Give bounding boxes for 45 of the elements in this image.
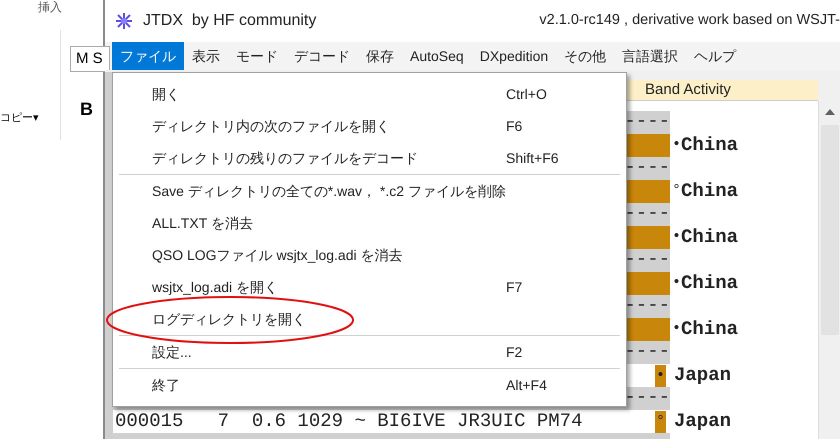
shortcut-text: Ctrl+O xyxy=(506,84,548,104)
scroll-up-icon[interactable] xyxy=(824,109,834,115)
status-symbol: • xyxy=(672,227,682,248)
menu-item[interactable]: その他 xyxy=(556,42,614,70)
status-symbol: ° xyxy=(655,410,666,432)
menu-option[interactable]: Save ディレクトリの全ての*.wav， *.c2 ファイルを削除 xyxy=(152,180,506,202)
ribbon-tab[interactable]: 挿入 xyxy=(38,0,62,14)
version-text: v2.1.0-rc149 , derivative work based on WSJT- xyxy=(539,11,840,30)
status-symbol: • xyxy=(655,364,666,386)
menu-option[interactable]: wsjtx_log.adi を開く xyxy=(152,276,278,298)
shortcut-text: F6 xyxy=(506,116,524,136)
decode-message[interactable]: 000015 7 0.6 1029 ~ BI6IVE JR3UIC PM74 xyxy=(115,407,582,436)
menu-option[interactable]: ディレクトリ内の次のファイルを開く xyxy=(152,116,390,136)
bold-button[interactable]: B xyxy=(80,96,93,123)
app-icon xyxy=(115,12,133,30)
menu-item[interactable]: モード xyxy=(228,42,286,70)
menu-option[interactable]: 開く xyxy=(152,84,180,104)
panel-title: Band Activity xyxy=(645,80,731,100)
country-text: China xyxy=(681,271,738,296)
country-text: Japan xyxy=(674,409,732,434)
menu-item[interactable]: デコード xyxy=(286,42,358,70)
status-symbol: ° xyxy=(672,181,682,202)
country-text: China xyxy=(681,225,738,250)
menu-item[interactable]: ヘルプ xyxy=(686,42,744,70)
menu-item[interactable]: 表示 xyxy=(184,42,228,70)
country-text: China xyxy=(681,317,738,342)
font-field[interactable]: M S xyxy=(70,46,110,72)
status-symbol: • xyxy=(672,319,682,340)
shortcut-text: F2 xyxy=(506,342,524,362)
menu-item[interactable]: DXpedition xyxy=(472,42,556,70)
shortcut-text: F7 xyxy=(506,278,524,296)
status-symbol: • xyxy=(672,273,682,294)
scrollbar[interactable] xyxy=(818,101,840,439)
country-text: Japan xyxy=(674,363,732,388)
menu-option[interactable]: ログディレクトリを開く xyxy=(152,308,306,330)
country-text: China xyxy=(681,179,738,204)
menu-option[interactable]: 設定... xyxy=(152,342,192,362)
menu-item[interactable]: 言語選択 xyxy=(614,42,686,70)
menu-item[interactable]: AutoSeq xyxy=(402,42,472,70)
window-title: JTDX by HF community xyxy=(143,11,316,31)
status-symbol: • xyxy=(672,135,682,156)
menu-item[interactable]: ファイル xyxy=(112,42,184,70)
copy-button[interactable]: コピー▾ xyxy=(0,110,39,126)
country-text: China xyxy=(681,133,738,158)
menu-item[interactable]: 保存 xyxy=(358,42,402,70)
